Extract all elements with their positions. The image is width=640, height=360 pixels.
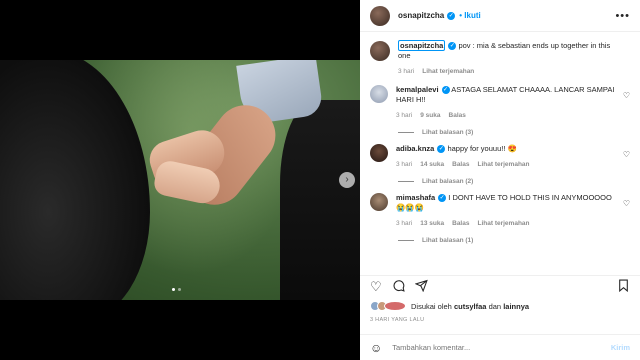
comment-likes[interactable]: 9 suka [420, 111, 440, 121]
comments-list: osnapitzcha ✓ pov : mia & sebastian ends … [360, 33, 640, 263]
view-replies-button[interactable]: Lihat balasan (1) [398, 237, 640, 244]
verified-icon: ✓ [448, 42, 457, 51]
comment-text: happy for youuu!! 😍 [447, 144, 517, 153]
caption: osnapitzcha ✓ pov : mia & sebastian ends … [360, 33, 640, 77]
comment-likes[interactable]: 14 suka [420, 160, 444, 170]
dark-dress [280, 100, 360, 300]
comment-username[interactable]: kemalpalevi [396, 85, 439, 94]
share-icon[interactable] [414, 279, 428, 294]
slide-dot [172, 288, 175, 291]
avatar [384, 301, 406, 311]
chevron-right-icon: › [345, 174, 349, 185]
reply-button[interactable]: Balas [449, 111, 466, 121]
reply-button[interactable]: Balas [452, 160, 469, 170]
comment-item: kemalpalevi ✓ ASTAGA SELAMAT CHAAAA. LANC… [360, 77, 640, 121]
verified-icon: ✓ [441, 86, 450, 95]
comment-time[interactable]: 3 hari [396, 160, 412, 170]
bookmark-icon[interactable] [617, 279, 630, 294]
verified-icon: ✓ [438, 194, 447, 203]
media-viewer: › [0, 0, 360, 360]
likes-summary: Disukai oleh cutsylfaa dan lainnya [370, 301, 529, 311]
comment-icon[interactable] [392, 279, 405, 294]
action-bar: ♡ [360, 275, 640, 297]
comment-input[interactable] [392, 343, 611, 352]
avatar[interactable] [370, 5, 390, 26]
post-side-panel: osnapitzcha ✓ • Ikuti ••• osnapitzcha ✓ p… [360, 0, 640, 360]
avatar[interactable] [370, 41, 390, 61]
avatar[interactable] [370, 144, 388, 162]
avatar[interactable] [370, 193, 388, 211]
post-photo [0, 60, 360, 300]
heart-icon[interactable]: ♡ [370, 280, 382, 293]
others-link[interactable]: lainnya [503, 302, 529, 311]
emoji-icon[interactable]: ☺ [370, 341, 382, 355]
avatar[interactable] [370, 85, 388, 103]
post-comment-button[interactable]: Kirim [611, 343, 630, 352]
next-slide-button[interactable]: › [339, 172, 355, 188]
see-translation-link[interactable]: Lihat terjemahan [477, 160, 529, 170]
see-translation-link[interactable]: Lihat terjemahan [422, 67, 474, 77]
caption-time[interactable]: 3 hari [398, 67, 414, 77]
slide-dot [178, 288, 181, 291]
comment-username[interactable]: mimashafa [396, 193, 435, 202]
comment-likes[interactable]: 13 suka [420, 219, 444, 229]
post-header: osnapitzcha ✓ • Ikuti ••• [360, 0, 640, 32]
verified-icon: ✓ [447, 11, 456, 20]
caption-username[interactable]: osnapitzcha [398, 40, 446, 51]
slide-indicator [172, 288, 181, 291]
see-translation-link[interactable]: Lihat terjemahan [477, 219, 529, 229]
view-replies-button[interactable]: Lihat balasan (3) [398, 129, 640, 136]
comment-item: mimashafa ✓ I DONT HAVE TO HOLD THIS IN A… [360, 185, 640, 229]
heart-icon[interactable]: ♡ [623, 91, 630, 100]
comment-username[interactable]: adiba.knza [396, 144, 434, 153]
more-options-icon[interactable]: ••• [615, 10, 630, 22]
heart-icon[interactable]: ♡ [623, 199, 630, 208]
comment-item: adiba.knza ✓ happy for youuu!! 😍 3 hari 1… [360, 136, 640, 170]
post-date[interactable]: 3 HARI YANG LALU [370, 317, 424, 323]
author-username[interactable]: osnapitzcha [398, 11, 444, 20]
view-replies-button[interactable]: Lihat balasan (2) [398, 178, 640, 185]
add-comment-bar: ☺ Kirim [360, 334, 640, 360]
verified-icon: ✓ [437, 145, 446, 154]
liker-username[interactable]: cutsylfaa [454, 302, 487, 311]
comment-time[interactable]: 3 hari [396, 111, 412, 121]
reply-button[interactable]: Balas [452, 219, 469, 229]
heart-icon[interactable]: ♡ [623, 150, 630, 159]
follow-button[interactable]: • Ikuti [459, 11, 480, 20]
comment-time[interactable]: 3 hari [396, 219, 412, 229]
